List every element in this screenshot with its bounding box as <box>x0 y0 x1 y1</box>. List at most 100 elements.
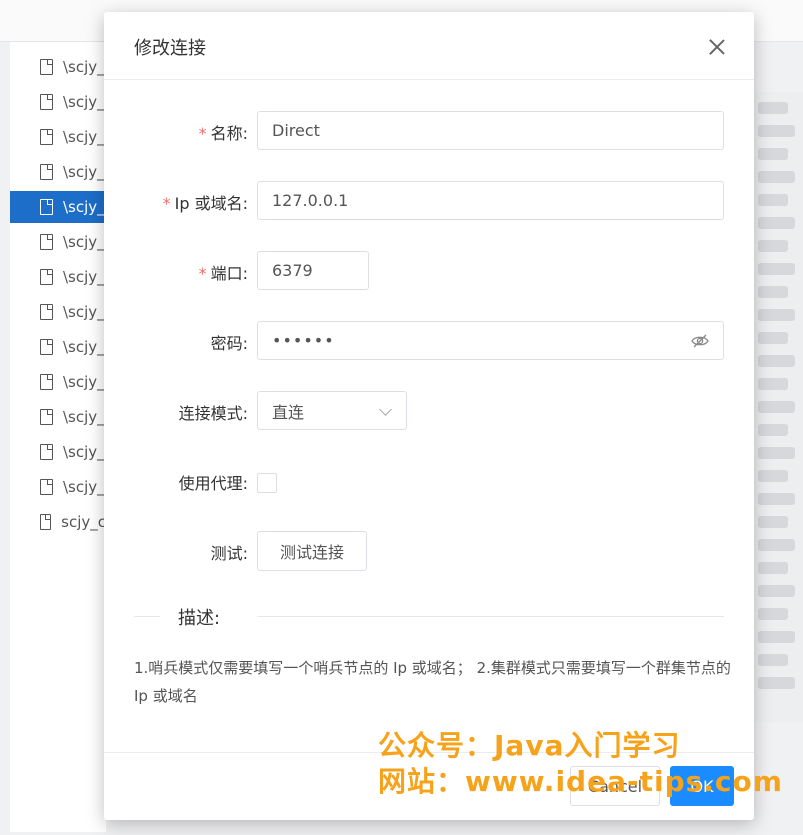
file-list-item[interactable]: \scjy_ <box>10 261 106 293</box>
blurred-row <box>758 631 795 643</box>
description-text: 1.哨兵模式仅需要填写一个哨兵节点的 Ip 或域名； 2.集群模式只需要填写一个… <box>134 659 731 705</box>
blurred-row <box>758 309 795 321</box>
file-list-item-label: \scjy_ <box>63 163 105 181</box>
mode-select[interactable]: 直连 <box>257 391 407 430</box>
file-list-item[interactable]: \scjy_ <box>10 471 106 503</box>
blurred-row <box>758 125 795 137</box>
blurred-row <box>758 401 795 413</box>
mode-select-value: 直连 <box>272 402 305 422</box>
file-icon <box>40 444 53 460</box>
file-icon <box>40 479 53 495</box>
file-list-item-label: \scjy_ <box>63 478 105 496</box>
eye-off-icon[interactable] <box>691 333 709 349</box>
name-label-text: 名称: <box>210 124 248 143</box>
file-list-item-label: \scjy_ <box>63 268 105 286</box>
proxy-checkbox[interactable] <box>257 473 277 493</box>
blurred-row <box>758 102 788 114</box>
file-icon <box>40 234 53 250</box>
password-input[interactable]: •••••• <box>257 321 724 360</box>
blurred-row <box>758 378 788 390</box>
port-label: * 端口: <box>199 260 248 284</box>
file-list-item-label: \scjy_ <box>63 338 105 356</box>
host-input-value: 127.0.0.1 <box>272 191 349 210</box>
password-input-value: •••••• <box>272 331 335 350</box>
blurred-row <box>758 493 795 505</box>
blurred-row <box>758 447 795 459</box>
blurred-row <box>758 470 788 482</box>
blurred-row <box>758 654 788 666</box>
file-icon <box>40 164 53 180</box>
file-icon <box>40 59 53 75</box>
file-list-item[interactable]: \scjy_ <box>10 86 106 118</box>
blurred-row <box>758 516 788 528</box>
file-icon <box>40 409 53 425</box>
file-list-item[interactable]: \scjy_ <box>10 401 106 433</box>
proxy-label: 使用代理: <box>178 474 248 493</box>
edit-connection-dialog: 修改连接 * 名称: Direct * Ip 或域名: 127.0.0.1 * 端口:… <box>104 12 754 820</box>
blurred-row <box>758 539 795 551</box>
file-list-item[interactable]: \scjy_ <box>10 191 106 223</box>
port-label-text: 端口: <box>210 264 248 283</box>
blurred-row <box>758 171 795 183</box>
file-list-item[interactable]: \scjy_ <box>10 296 106 328</box>
file-list-item-label: \scjy_ <box>63 58 105 76</box>
blurred-row <box>758 585 795 597</box>
blurred-row <box>758 608 788 620</box>
file-icon <box>40 374 53 390</box>
name-input[interactable]: Direct <box>257 111 724 150</box>
host-label-text: Ip 或域名: <box>174 194 248 213</box>
file-list-item-label: \scjy_ <box>63 128 105 146</box>
blurred-row <box>758 286 788 298</box>
blurred-row <box>758 194 788 206</box>
file-list-item[interactable]: \scjy_ <box>10 51 106 83</box>
background-content-panel <box>754 92 803 722</box>
close-icon[interactable] <box>708 38 726 56</box>
blurred-row <box>758 263 795 275</box>
host-label: * Ip 或域名: <box>163 190 248 214</box>
port-input[interactable]: 6379 <box>257 251 369 290</box>
divider-line-left <box>134 616 160 617</box>
mode-label: 连接模式: <box>178 404 248 423</box>
blurred-row <box>758 677 795 689</box>
file-icon <box>40 199 53 215</box>
file-list-item[interactable]: \scjy_ <box>10 226 106 258</box>
file-list-item-label: \scjy_ <box>63 93 105 111</box>
name-input-value: Direct <box>272 121 320 140</box>
file-list: \scjy_ \scjy_ \scjy_ \scjy_ \scjy_ \scjy_ \scj… <box>10 42 106 832</box>
file-list-item-label: \scjy_ <box>63 303 105 321</box>
file-list-item-label: \scjy_ <box>63 408 105 426</box>
watermark-line-2: 网站：www.idea-tips.com <box>378 765 783 798</box>
host-input[interactable]: 127.0.0.1 <box>257 181 724 220</box>
required-mark: * <box>198 264 207 283</box>
watermark-line-1: 公众号：Java入门学习 <box>378 729 681 762</box>
test-label: 测试: <box>210 544 248 563</box>
file-icon <box>40 94 53 110</box>
file-list-item-label: \scjy_ <box>63 373 105 391</box>
file-list-item-label: \scjy_ <box>63 443 105 461</box>
file-list-item[interactable]: \scjy_ <box>10 121 106 153</box>
description-divider: 描述: <box>178 608 221 629</box>
file-icon <box>40 269 53 285</box>
file-list-item[interactable]: \scjy_ <box>10 366 106 398</box>
file-list-item-label: scjy_c <box>61 513 106 531</box>
required-mark: * <box>162 194 171 213</box>
file-icon <box>40 514 52 530</box>
file-list-item[interactable]: scjy_c <box>10 506 106 538</box>
file-list-item[interactable]: \scjy_ <box>10 156 106 188</box>
name-label: * 名称: <box>199 120 248 144</box>
blurred-row <box>758 562 788 574</box>
chevron-down-icon <box>379 403 392 416</box>
file-icon <box>40 129 53 145</box>
file-icon <box>40 304 53 320</box>
blurred-row <box>758 355 795 367</box>
file-list-item-label: \scjy_ <box>63 233 105 251</box>
file-icon <box>40 339 53 355</box>
blurred-row <box>758 332 788 344</box>
test-connection-button[interactable]: 测试连接 <box>257 531 367 571</box>
file-list-item[interactable]: \scjy_ <box>10 436 106 468</box>
blurred-row <box>758 148 788 160</box>
file-list-item-label: \scjy_ <box>63 198 105 216</box>
file-list-item[interactable]: \scjy_ <box>10 331 106 363</box>
dialog-header: 修改连接 <box>104 12 754 80</box>
dialog-title: 修改连接 <box>134 38 206 59</box>
